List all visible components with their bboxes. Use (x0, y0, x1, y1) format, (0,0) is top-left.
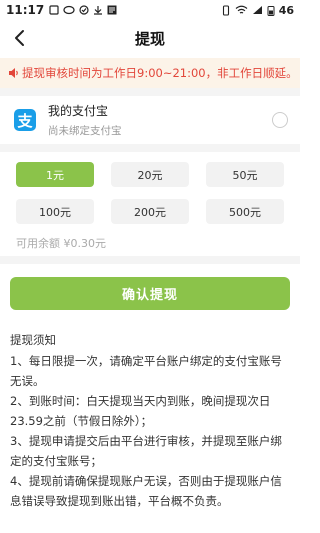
alipay-radio[interactable] (272, 112, 288, 128)
rule-item: 2、到账时间：白天提现当天内到账，晚间提现次日23.59之前（节假日除外）； (10, 394, 271, 428)
notice-bar: 提现审核时间为工作日9:00~21:00，非工作日顺延。 (0, 58, 300, 88)
speaker-icon (9, 68, 18, 78)
balance-value: ¥0.30元 (63, 237, 107, 250)
balance-label: 可用余额 (16, 237, 60, 250)
rule-item: 3、提现申请提交后由平台进行审核，并提现至账户绑定的支付宝账号； (10, 434, 282, 468)
back-arrow-icon[interactable] (10, 28, 30, 48)
alipay-account-row[interactable]: 支 我的支付宝 尚未绑定支付宝 (0, 96, 300, 144)
rule-item: 4、提现前请确保提现账户无误，否则由于提现账户信息错误导致提现到账出错，平台概不… (10, 474, 282, 508)
nav-bar: 提现 (0, 20, 300, 56)
message-icon (63, 5, 75, 15)
battery-icon (267, 5, 275, 16)
section-divider (0, 88, 300, 96)
download-icon (94, 6, 103, 15)
section-divider (0, 256, 300, 264)
withdraw-rules: 提现须知 1、每日限提一次，请确定平台账户绑定的支付宝账号无误。 2、到账时间：… (10, 330, 292, 511)
amount-option-20[interactable]: 20元 (111, 162, 189, 187)
rules-title: 提现须知 (10, 333, 56, 347)
amount-option-1[interactable]: 1元 (16, 162, 94, 187)
battery-level: 46 (278, 3, 294, 17)
available-balance: 可用余额 ¥0.30元 (16, 235, 106, 251)
amount-option-100[interactable]: 100元 (16, 199, 94, 224)
wifi-icon (235, 5, 248, 14)
page-title: 提现 (134, 29, 165, 48)
alipay-name: 我的支付宝 (48, 104, 109, 118)
sim-icon (49, 5, 59, 15)
confirm-withdraw-button[interactable]: 确认提现 (10, 277, 290, 310)
status-time: 11:17 (6, 3, 45, 17)
vibrate-icon (222, 4, 229, 16)
status-left-icons (49, 5, 117, 15)
rule-item: 1、每日限提一次，请确定平台账户绑定的支付宝账号无误。 (10, 354, 282, 388)
status-bar: 11:17 46 (0, 0, 300, 20)
signal-icon (252, 6, 262, 14)
check-icon (79, 5, 89, 15)
news-icon (107, 5, 117, 15)
amount-option-50[interactable]: 50元 (206, 162, 284, 187)
section-divider (0, 144, 300, 152)
notice-text: 提现审核时间为工作日9:00~21:00，非工作日顺延。 (22, 66, 298, 80)
amount-option-500[interactable]: 500元 (206, 199, 284, 224)
alipay-info: 我的支付宝 尚未绑定支付宝 (48, 102, 122, 138)
alipay-icon: 支 (14, 109, 36, 131)
amount-option-200[interactable]: 200元 (111, 199, 189, 224)
alipay-bind-status: 尚未绑定支付宝 (48, 125, 122, 137)
status-right-icons: 46 (221, 4, 294, 17)
